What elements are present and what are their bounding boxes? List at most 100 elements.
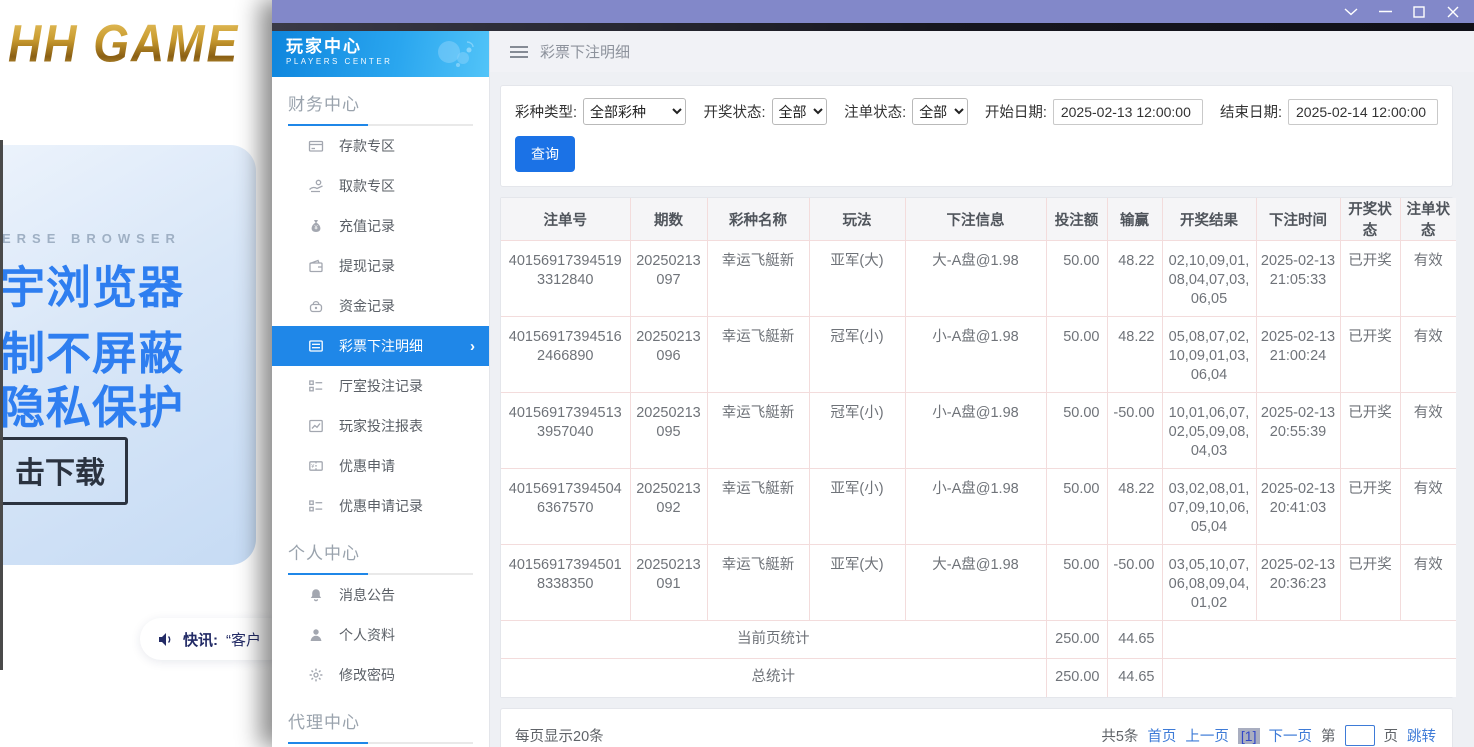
speaker-icon bbox=[158, 632, 175, 647]
cell-bet-amount: 50.00 bbox=[1046, 545, 1107, 621]
sidebar-item-lottery-bet-details[interactable]: 彩票下注明细 › bbox=[272, 326, 489, 366]
prev-page-link[interactable]: 上一页 bbox=[1185, 725, 1229, 746]
cell-draw-status: 已开奖 bbox=[1340, 393, 1400, 469]
sidebar-item-message-announcements[interactable]: 消息公告 bbox=[272, 575, 489, 615]
sidebar-item-promo-apply-records[interactable]: 优惠申请记录 bbox=[272, 486, 489, 526]
bet-row: 40156917394504636757020250213092幸运飞艇新亚军(… bbox=[501, 469, 1456, 545]
sidebar-item-promo-apply[interactable]: ¥优惠申请 bbox=[272, 446, 489, 486]
sidebar-item-label: 个人资料 bbox=[339, 625, 395, 645]
cell-order-status: 有效 bbox=[1400, 469, 1456, 545]
ticker-text: “客户 bbox=[226, 629, 261, 650]
bell-icon bbox=[308, 587, 325, 604]
bet-row: 40156917394516246689020250213096幸运飞艇新冠军(… bbox=[501, 317, 1456, 393]
bet-row: 40156917394519331284020250213097幸运飞艇新亚军(… bbox=[501, 241, 1456, 317]
page-summary-bet-total: 250.00 bbox=[1046, 621, 1107, 659]
sidebar-item-label: 优惠申请记录 bbox=[339, 496, 423, 516]
order-status-select[interactable]: 全部 bbox=[912, 98, 968, 125]
page-summary-label: 当前页统计 bbox=[501, 621, 1046, 659]
wallet-icon bbox=[308, 258, 325, 275]
chevron-right-icon: › bbox=[470, 338, 475, 355]
cell-play-type: 冠军(小) bbox=[809, 317, 905, 393]
sidebar-item-withdraw-zone[interactable]: 取款专区 bbox=[272, 166, 489, 206]
maximize-icon[interactable] bbox=[1412, 5, 1426, 19]
cell-draw-result: 03,02,08,01,07,09,10,06,05,04 bbox=[1162, 469, 1256, 545]
cell-win-loss: 48.22 bbox=[1107, 241, 1162, 317]
list-card-icon bbox=[308, 338, 325, 355]
sidebar-item-player-bet-report[interactable]: 玩家投注报表 bbox=[272, 406, 489, 446]
cell-bet-info: 大-A盘@1.98 bbox=[905, 545, 1046, 621]
page-summary-winloss-total: 44.65 bbox=[1107, 621, 1162, 659]
minimize-icon[interactable] bbox=[1378, 5, 1392, 19]
col-bet-time: 下注时间 bbox=[1256, 198, 1340, 241]
cell-order-id: 401569173945193312840 bbox=[501, 241, 630, 317]
sidebar-item-change-password[interactable]: 修改密码 bbox=[272, 655, 489, 695]
main-area: 彩票下注明细 彩种类型: 全部彩种 开奖状态: 全 bbox=[490, 31, 1474, 747]
jump-page-input[interactable] bbox=[1345, 725, 1375, 746]
cell-draw-status: 已开奖 bbox=[1340, 469, 1400, 545]
cell-lottery-name: 幸运飞艇新 bbox=[707, 393, 809, 469]
cell-lottery-name: 幸运飞艇新 bbox=[707, 469, 809, 545]
start-date-label: 开始日期: bbox=[985, 101, 1047, 122]
col-play-type: 玩法 bbox=[809, 198, 905, 241]
filter-panel: 彩种类型: 全部彩种 开奖状态: 全部 注单状态: bbox=[500, 85, 1453, 187]
draw-status-label: 开奖状态: bbox=[703, 101, 765, 122]
sidebar-item-funds-records[interactable]: 资金记录 bbox=[272, 286, 489, 326]
screen: HH GAME ERSE BROWSER 宇浏览器 制不屏蔽 隐私保护 击下载 … bbox=[0, 0, 1474, 747]
browser-ad-banner: ERSE BROWSER 宇浏览器 制不屏蔽 隐私保护 击下载 bbox=[0, 145, 256, 565]
cell-order-status: 有效 bbox=[1400, 545, 1456, 621]
cell-play-type: 亚军(大) bbox=[809, 545, 905, 621]
sidebar-section: 个人中心 bbox=[272, 526, 489, 575]
sidebar-item-deposit-zone[interactable]: 存款专区 bbox=[272, 126, 489, 166]
player-center-window: 玩家中心 PLAYERS CENTER 财务中心存款专区取款专区¥充值记录提现记… bbox=[272, 0, 1474, 747]
cell-win-loss: -50.00 bbox=[1107, 393, 1162, 469]
dropdown-chevron-icon[interactable] bbox=[1344, 5, 1358, 19]
ad-content: ERSE BROWSER 宇浏览器 制不屏蔽 隐私保护 击下载 bbox=[0, 145, 256, 565]
lottery-type-select[interactable]: 全部彩种 bbox=[583, 98, 686, 125]
download-button[interactable]: 击下载 bbox=[0, 437, 128, 505]
hamburger-menu-icon[interactable] bbox=[510, 46, 528, 58]
sidebar-item-personal-profile[interactable]: 个人资料 bbox=[272, 615, 489, 655]
ad-feature-2: 隐私保护 bbox=[0, 371, 184, 436]
jump-suffix: 页 bbox=[1384, 725, 1399, 746]
close-icon[interactable] bbox=[1446, 5, 1460, 19]
jump-prefix: 第 bbox=[1321, 725, 1336, 746]
checklist-icon bbox=[308, 378, 325, 395]
cell-order-id: 401569173945133957040 bbox=[501, 393, 630, 469]
grand-summary-winloss-total: 44.65 bbox=[1107, 659, 1162, 697]
cell-order-id: 401569173945046367570 bbox=[501, 469, 630, 545]
section-label: 财务中心 bbox=[288, 90, 473, 124]
sidebar-item-hall-bet-records[interactable]: 厅室投注记录 bbox=[272, 366, 489, 406]
cell-draw-status: 已开奖 bbox=[1340, 241, 1400, 317]
jump-link[interactable]: 跳转 bbox=[1407, 725, 1436, 746]
first-page-link[interactable]: 首页 bbox=[1147, 725, 1176, 746]
next-page-link[interactable]: 下一页 bbox=[1269, 725, 1313, 746]
ticket-icon: ¥ bbox=[308, 458, 325, 475]
cell-play-type: 亚军(大) bbox=[809, 241, 905, 317]
hh-game-logo: HH GAME bbox=[8, 12, 239, 74]
end-date-input[interactable] bbox=[1288, 99, 1438, 125]
sidebar-item-withdrawal-records[interactable]: 提现记录 bbox=[272, 246, 489, 286]
cell-bet-info: 小-A盘@1.98 bbox=[905, 317, 1046, 393]
sidebar-item-label: 厅室投注记录 bbox=[339, 376, 423, 396]
background-window-edge bbox=[0, 140, 3, 670]
grand-summary-row: 总统计 250.00 44.65 bbox=[501, 659, 1456, 697]
purse-icon bbox=[308, 298, 325, 315]
col-lottery-name: 彩种名称 bbox=[707, 198, 809, 241]
cell-period: 20250213097 bbox=[630, 241, 707, 317]
page-content: 彩种类型: 全部彩种 开奖状态: 全部 注单状态: bbox=[490, 72, 1474, 747]
lottery-type-label: 彩种类型: bbox=[515, 101, 577, 122]
cell-bet-amount: 50.00 bbox=[1046, 241, 1107, 317]
ad-headline: 宇浏览器 bbox=[0, 251, 184, 316]
cell-lottery-name: 幸运飞艇新 bbox=[707, 317, 809, 393]
cell-play-type: 亚军(小) bbox=[809, 469, 905, 545]
search-button[interactable]: 查询 bbox=[515, 136, 575, 172]
col-bet-info: 下注信息 bbox=[905, 198, 1046, 241]
sidebar-item-label: 彩票下注明细 bbox=[339, 336, 423, 356]
draw-status-select[interactable]: 全部 bbox=[772, 98, 828, 125]
page-size-text: 每页显示20条 bbox=[515, 725, 604, 746]
bet-row: 40156917394513395704020250213095幸运飞艇新冠军(… bbox=[501, 393, 1456, 469]
cell-draw-status: 已开奖 bbox=[1340, 545, 1400, 621]
col-bet-amount: 投注额 bbox=[1046, 198, 1107, 241]
start-date-input[interactable] bbox=[1053, 99, 1203, 125]
sidebar-item-recharge-records[interactable]: ¥充值记录 bbox=[272, 206, 489, 246]
